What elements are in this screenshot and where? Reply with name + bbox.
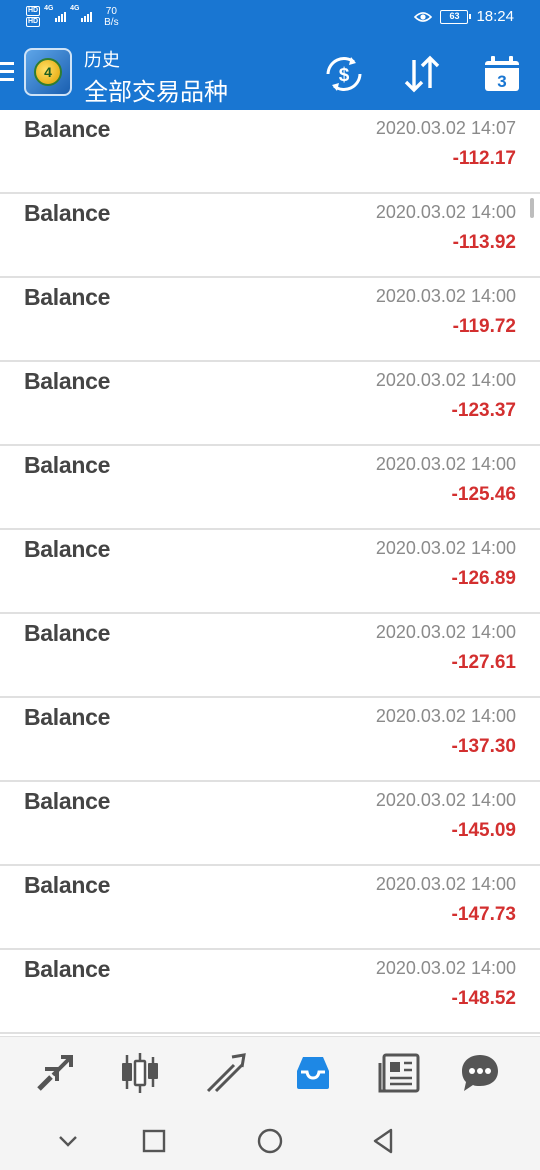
deal-profit: -113.92	[452, 232, 516, 253]
deal-time: 2020.03.02 14:00	[375, 790, 516, 810]
deal-type: Balance	[24, 116, 111, 142]
history-icon[interactable]	[291, 1051, 335, 1095]
status-right: 63 18:24	[414, 8, 514, 25]
history-row[interactable]: Balance 2020.03.02 14:00 -126.89	[0, 530, 540, 614]
deal-time: 2020.03.02 14:00	[375, 286, 516, 306]
deal-type: Balance	[24, 284, 111, 310]
network-type: 4G	[70, 5, 80, 12]
battery-icon: 63	[440, 9, 472, 24]
history-row[interactable]: Balance 2020.03.02 14:00 -148.52	[0, 950, 540, 1034]
signal-icon: 4G	[70, 5, 93, 24]
history-row[interactable]: Balance 2020.03.02 14:00 -125.46	[0, 446, 540, 530]
deal-time: 2020.03.02 14:00	[375, 370, 516, 390]
currency-exchange-icon[interactable]: $	[324, 54, 364, 94]
deal-profit: -127.61	[451, 652, 516, 673]
mt4-logo[interactable]: 4	[24, 48, 72, 96]
system-nav-bar	[0, 1110, 540, 1170]
deal-time: 2020.03.02 14:00	[375, 622, 516, 642]
calendar-day: 3	[497, 72, 506, 91]
history-row[interactable]: Balance 2020.03.02 14:00 -137.30	[0, 698, 540, 782]
deal-time: 2020.03.02 14:00	[375, 538, 516, 558]
page-title[interactable]: 全部交易品种	[84, 72, 228, 107]
deal-time: 2020.03.02 14:07	[375, 118, 516, 138]
deal-type: Balance	[24, 368, 111, 394]
deal-type: Balance	[24, 452, 111, 478]
history-row[interactable]: Balance 2020.03.02 14:00 -119.72	[0, 278, 540, 362]
mt4-history-screen: HD HD 4G 4G 70 B/s 63 18:24 4 历史 全部交易品种 …	[0, 0, 540, 1170]
deal-time: 2020.03.02 14:00	[375, 874, 516, 894]
signal-icon: 4G	[44, 5, 67, 24]
sort-icon[interactable]	[402, 54, 442, 94]
scrollbar[interactable]	[530, 198, 534, 218]
chart-icon[interactable]	[118, 1051, 162, 1095]
deal-type: Balance	[24, 956, 111, 982]
history-list[interactable]: Balance 2020.03.02 14:07 -112.17 Balance 202…	[0, 110, 540, 1036]
deal-type: Balance	[24, 620, 111, 646]
deal-profit: -137.30	[451, 736, 516, 757]
home-button[interactable]	[255, 1126, 285, 1156]
deal-type: Balance	[24, 872, 111, 898]
deal-profit: -112.17	[452, 148, 516, 169]
eye-comfort-icon	[414, 11, 433, 22]
history-row[interactable]: Balance 2020.03.02 14:00 -113.92	[0, 194, 540, 278]
deal-profit: -148.52	[451, 988, 516, 1009]
news-icon[interactable]	[378, 1051, 422, 1095]
network-speed: 70 B/s	[104, 6, 118, 28]
app-bar: 4 历史 全部交易品种 $ 3	[0, 38, 540, 110]
deal-time: 2020.03.02 14:00	[375, 706, 516, 726]
history-row[interactable]: Balance 2020.03.02 14:00 -127.61	[0, 614, 540, 698]
deal-profit: -119.72	[452, 316, 516, 337]
quotes-icon[interactable]	[33, 1051, 77, 1095]
network-speed-value: 70	[105, 6, 117, 17]
menu-icon[interactable]	[0, 62, 14, 82]
svg-text:$: $	[339, 65, 350, 86]
history-row[interactable]: Balance 2020.03.02 14:07 -112.17	[0, 110, 540, 194]
deal-type: Balance	[24, 200, 111, 226]
page-subtitle: 历史	[84, 50, 120, 70]
network-type: 4G	[44, 5, 54, 12]
status-bar: HD HD 4G 4G 70 B/s 63 18:24	[0, 0, 540, 38]
deal-type: Balance	[24, 536, 111, 562]
status-left: HD HD 4G 4G 70 B/s	[26, 5, 119, 28]
chat-icon[interactable]	[458, 1051, 502, 1095]
deal-profit: -123.37	[451, 400, 516, 421]
deal-profit: -147.73	[451, 904, 516, 925]
history-row[interactable]: Balance 2020.03.02 14:00 -145.09	[0, 782, 540, 866]
deal-time: 2020.03.02 14:00	[375, 202, 516, 222]
network-speed-unit: B/s	[104, 17, 119, 28]
deal-profit: -125.46	[451, 484, 516, 505]
deal-time: 2020.03.02 14:00	[375, 454, 516, 474]
bottom-nav	[0, 1036, 540, 1110]
trade-icon[interactable]	[204, 1051, 248, 1095]
deal-type: Balance	[24, 704, 111, 730]
logo-globe: 4	[34, 58, 62, 86]
deal-profit: -126.89	[451, 568, 516, 589]
deal-profit: -145.09	[451, 820, 516, 841]
calendar-icon[interactable]: 3	[482, 54, 522, 94]
deal-type: Balance	[24, 788, 111, 814]
back-button[interactable]	[369, 1126, 399, 1156]
history-row[interactable]: Balance 2020.03.02 14:00 -147.73	[0, 866, 540, 950]
hd-badges: HD HD	[26, 6, 41, 27]
history-row[interactable]: Balance 2020.03.02 14:00 -123.37	[0, 362, 540, 446]
clock: 18:24	[476, 8, 514, 25]
deal-time: 2020.03.02 14:00	[375, 958, 516, 978]
hd-badge: HD	[26, 17, 41, 27]
chevron-down-icon[interactable]	[53, 1126, 83, 1156]
hd-badge: HD	[26, 6, 41, 16]
recents-button[interactable]	[139, 1126, 169, 1156]
